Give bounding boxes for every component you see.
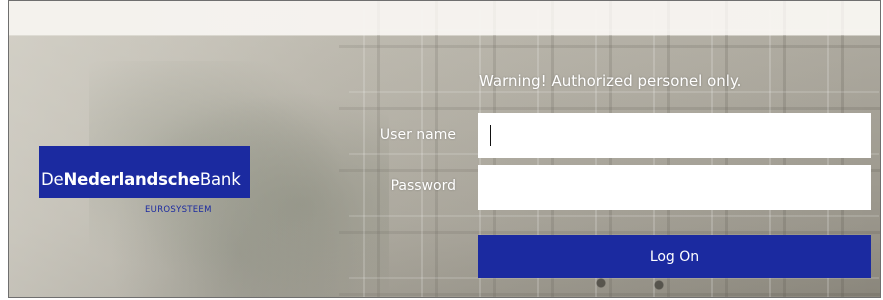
bank-logo: DeNederlandscheBank — [39, 146, 250, 198]
logo-part-bank: Bank — [199, 170, 241, 189]
username-label: User name — [379, 127, 456, 143]
login-window: DeNederlandscheBank EUROSYSTEEM Warning!… — [8, 0, 881, 298]
background-people — [589, 277, 709, 297]
password-field[interactable] — [478, 165, 871, 210]
warning-message: Warning! Authorized personel only. — [479, 72, 742, 90]
username-field[interactable] — [478, 113, 871, 158]
log-on-button[interactable]: Log On — [478, 235, 871, 278]
logo-part-nederlandsche: Nederlandsche — [63, 170, 200, 189]
bank-logo-subtitle: EUROSYSTEEM — [145, 205, 212, 215]
logo-part-de: De — [41, 170, 64, 189]
text-cursor — [490, 125, 491, 146]
top-bar — [9, 1, 880, 35]
password-label: Password — [390, 178, 456, 194]
bank-logo-text: DeNederlandscheBank — [41, 170, 241, 189]
